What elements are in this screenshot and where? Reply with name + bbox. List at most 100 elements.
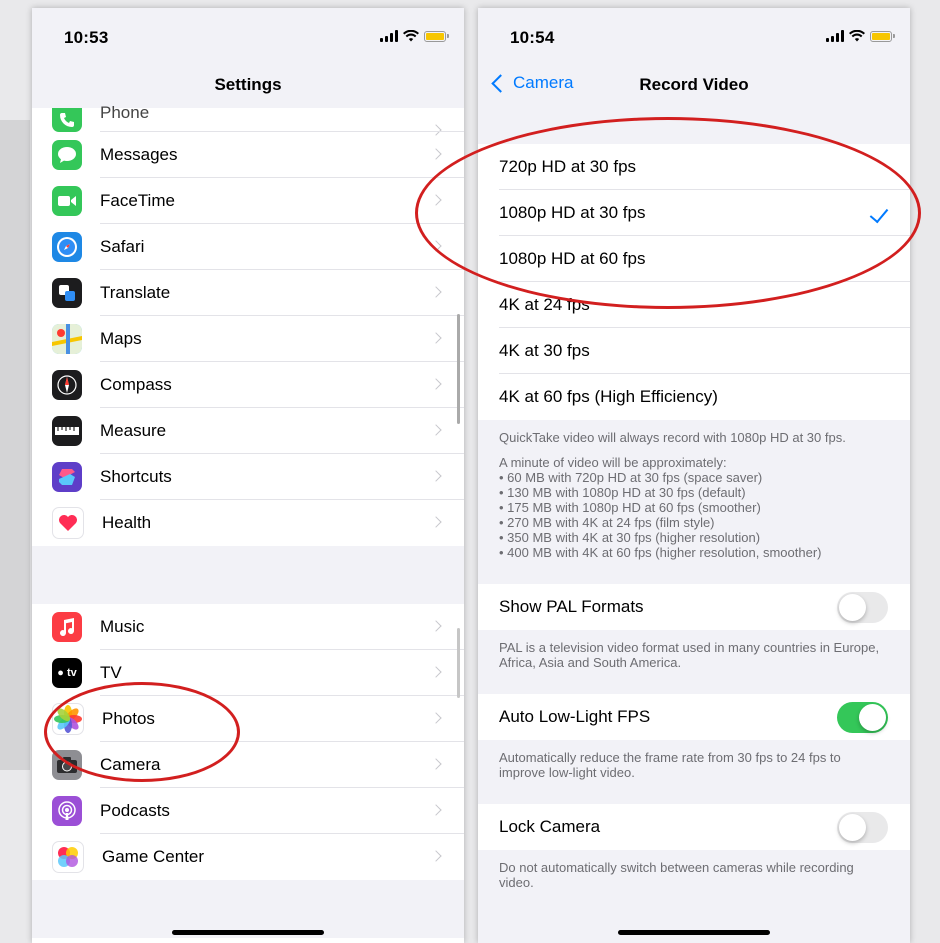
video-format-option[interactable]: 4K at 60 fps (High Efficiency)	[478, 374, 910, 420]
settings-row-label: Compass	[100, 375, 172, 394]
video-format-option[interactable]: 720p HD at 30 fps	[478, 144, 910, 190]
lock-camera-footer: Do not automatically switch between came…	[499, 860, 854, 890]
facetime-icon	[52, 186, 82, 216]
size-line: • 130 MB with 1080p HD at 30 fps (defaul…	[499, 485, 746, 500]
home-indicator[interactable]	[172, 930, 324, 935]
pal-formats-row[interactable]: Show PAL Formats	[478, 584, 910, 630]
settings-row-compass[interactable]: Compass	[32, 362, 464, 408]
video-format-option[interactable]: 1080p HD at 60 fps	[478, 236, 910, 282]
settings-row-label: Messages	[100, 145, 178, 164]
pal-footer: PAL is a television video format used in…	[499, 640, 880, 670]
cellular-signal-icon	[826, 30, 844, 42]
settings-row-health[interactable]: Health	[32, 500, 464, 546]
nav-bar: Camera Record Video	[478, 63, 910, 107]
video-format-label: 1080p HD at 60 fps	[499, 249, 646, 268]
status-icons	[826, 30, 895, 42]
messages-icon	[52, 140, 82, 170]
settings-row-shortcuts[interactable]: Shortcuts	[32, 454, 464, 500]
video-format-label: 720p HD at 30 fps	[499, 157, 637, 176]
settings-list: Phone Messages FaceTime Safari Translate Maps…	[32, 103, 464, 943]
settings-row-phone[interactable]: Phone	[32, 103, 464, 136]
settings-row-tv[interactable]: ● tv TV	[32, 650, 464, 696]
section-gap	[478, 108, 910, 144]
video-format-label: 4K at 24 fps	[499, 295, 590, 314]
size-intro: A minute of video will be approximately:	[499, 455, 727, 470]
record-video-screen: 10:54 Camera Record Video 720p HD at 30 …	[478, 8, 910, 943]
settings-row-measure[interactable]: Measure	[32, 408, 464, 454]
settings-row-label: TV	[100, 663, 122, 682]
nav-bar: Settings	[32, 63, 464, 107]
health-icon	[52, 507, 84, 539]
video-format-option[interactable]: 1080p HD at 30 fps	[478, 190, 910, 236]
settings-row-label: Photos	[102, 709, 155, 728]
status-icons	[380, 30, 449, 42]
settings-row-label: Translate	[100, 283, 171, 302]
video-format-label: 4K at 30 fps	[499, 341, 590, 360]
size-line: • 175 MB with 1080p HD at 60 fps (smooth…	[499, 500, 761, 515]
settings-group: Phone Messages FaceTime Safari Translate Maps…	[32, 103, 464, 546]
wifi-icon	[403, 30, 419, 42]
maps-icon	[52, 324, 82, 354]
settings-row-label: Phone	[100, 103, 150, 122]
video-format-option[interactable]: 4K at 30 fps	[478, 328, 910, 374]
status-time: 10:53	[64, 28, 109, 47]
video-format-label: 4K at 60 fps (High Efficiency)	[499, 387, 718, 406]
settings-row-label: Music	[100, 617, 145, 636]
settings-row-adobe-capture[interactable]: CaAdobe Capture	[32, 938, 464, 943]
settings-row-maps[interactable]: Maps	[32, 316, 464, 362]
settings-row-label: Game Center	[102, 847, 205, 866]
settings-row-safari[interactable]: Safari	[32, 224, 464, 270]
cellular-signal-icon	[380, 30, 398, 42]
settings-row-label: Health	[102, 513, 152, 532]
translate-icon	[52, 278, 82, 308]
settings-row-messages[interactable]: Messages	[32, 132, 464, 178]
phone-icon	[52, 108, 82, 132]
backdrop-strip	[0, 120, 30, 770]
settings-row-label: Safari	[100, 237, 145, 256]
game-center-icon	[52, 841, 84, 873]
settings-row-camera[interactable]: Camera	[32, 742, 464, 788]
status-time: 10:54	[510, 28, 555, 47]
page-title: Record Video	[639, 75, 749, 94]
settings-row-photos[interactable]: Photos	[32, 696, 464, 742]
low-light-fps-row[interactable]: Auto Low-Light FPS	[478, 694, 910, 740]
settings-row-label: Shortcuts	[100, 467, 172, 486]
wifi-icon	[849, 30, 865, 42]
pal-formats-toggle[interactable]	[837, 592, 888, 623]
settings-group: CaAdobe Capture	[32, 938, 464, 943]
page-title: Settings	[214, 75, 282, 94]
scroll-indicator[interactable]	[457, 314, 460, 424]
status-bar: 10:53	[32, 8, 464, 58]
settings-row-podcasts[interactable]: Podcasts	[32, 788, 464, 834]
camera-icon	[52, 750, 82, 780]
settings-row-translate[interactable]: Translate	[32, 270, 464, 316]
size-line: • 60 MB with 720p HD at 30 fps (space sa…	[499, 470, 763, 485]
measure-icon	[52, 416, 82, 446]
settings-group: Music ● tv TV Photos Camera Podcasts Game Cent…	[32, 604, 464, 880]
compass-icon	[52, 370, 82, 400]
scroll-indicator-secondary	[457, 628, 460, 698]
settings-row-game-center[interactable]: Game Center	[32, 834, 464, 880]
photos-icon	[52, 703, 84, 735]
settings-row-facetime[interactable]: FaceTime	[32, 178, 464, 224]
video-format-label: 1080p HD at 30 fps	[499, 203, 646, 222]
settings-row-label: Maps	[100, 329, 142, 348]
shortcuts-icon	[52, 462, 82, 492]
podcasts-icon	[52, 796, 82, 826]
tv-icon: ● tv	[52, 658, 82, 688]
video-format-options: 720p HD at 30 fps 1080p HD at 30 fps 1080p…	[478, 144, 910, 420]
video-format-option[interactable]: 4K at 24 fps	[478, 282, 910, 328]
settings-row-label: Measure	[100, 421, 167, 440]
home-indicator[interactable]	[618, 930, 770, 935]
lock-camera-row[interactable]: Lock Camera	[478, 804, 910, 850]
low-light-fps-toggle[interactable]	[837, 702, 888, 733]
settings-row-music[interactable]: Music	[32, 604, 464, 650]
record-video-settings: 720p HD at 30 fps 1080p HD at 30 fps 1080p…	[478, 108, 910, 900]
settings-row-label: Camera	[100, 755, 161, 774]
battery-icon	[870, 30, 895, 42]
lock-camera-toggle[interactable]	[837, 812, 888, 843]
status-bar: 10:54	[478, 8, 910, 58]
size-line: • 400 MB with 4K at 60 fps (higher resol…	[499, 545, 822, 560]
settings-row-label: Podcasts	[100, 801, 170, 820]
settings-row-label: FaceTime	[100, 191, 175, 210]
